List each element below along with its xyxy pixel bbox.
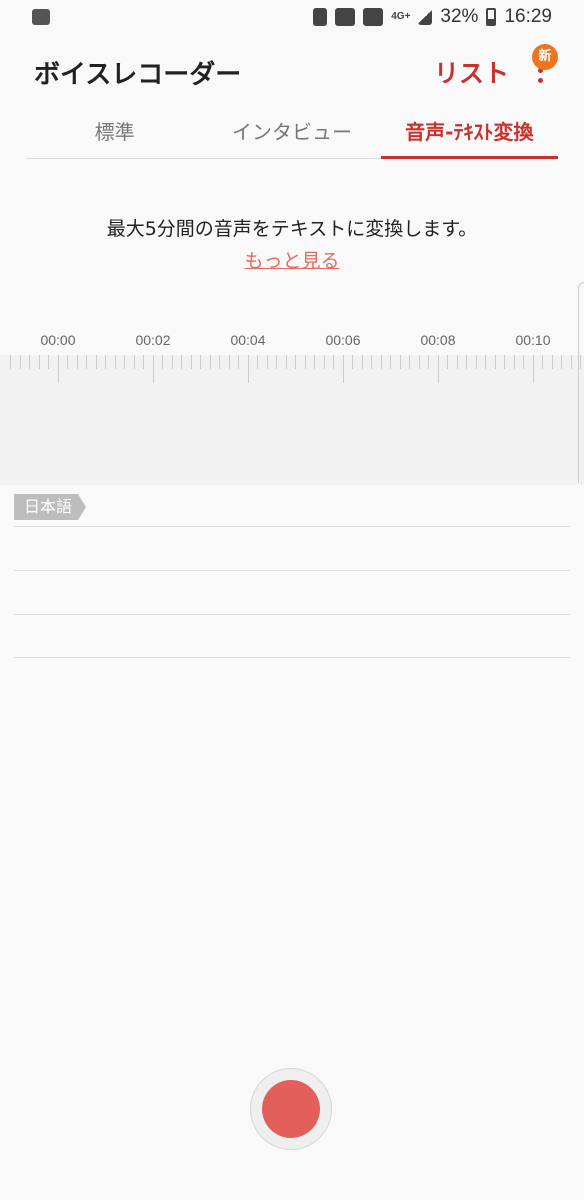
clock: 16:29 bbox=[504, 6, 552, 27]
transcript-line bbox=[14, 526, 570, 527]
list-button[interactable]: リスト bbox=[434, 54, 509, 90]
wifi-icon bbox=[32, 9, 50, 25]
more-options-icon-dot bbox=[538, 78, 543, 83]
timeline-tick bbox=[304, 355, 306, 369]
timeline-tick bbox=[561, 355, 562, 369]
time-label: 00:02 bbox=[135, 332, 171, 348]
timeline-tick bbox=[390, 355, 391, 369]
waveform-area bbox=[0, 355, 584, 485]
timeline-tick bbox=[447, 355, 448, 369]
new-badge: 新 bbox=[532, 44, 558, 70]
more-link: もっと見る bbox=[0, 246, 584, 273]
timeline-tick bbox=[409, 355, 410, 369]
mute-icon bbox=[313, 8, 328, 26]
status-icons: 4G+ 32% 16:29 bbox=[313, 6, 552, 28]
record-icon[interactable] bbox=[262, 1080, 320, 1138]
more-link-text[interactable]: もっと見る bbox=[244, 250, 339, 272]
timeline-tick bbox=[86, 355, 87, 369]
timeline-tick bbox=[209, 355, 211, 369]
timeline-tick bbox=[399, 355, 401, 369]
transcript-line bbox=[14, 570, 570, 571]
timeline-tick bbox=[114, 355, 116, 369]
timeline-tick bbox=[276, 355, 277, 369]
timeline-tick bbox=[162, 355, 163, 369]
timeline-tick bbox=[475, 355, 477, 369]
scroll-handle[interactable] bbox=[578, 282, 584, 483]
alarm-icon bbox=[335, 8, 356, 26]
timeline-tick bbox=[437, 355, 439, 383]
timeline-tick bbox=[238, 355, 239, 369]
timeline-tick bbox=[29, 355, 30, 369]
tab-interview[interactable]: インタビュー bbox=[203, 112, 380, 158]
language-tag: 日本語 bbox=[14, 494, 87, 520]
timeline-tick bbox=[456, 355, 458, 369]
mode-tabs: 標準 インタビュー 音声-ﾃｷｽﾄ変換 bbox=[26, 112, 559, 159]
timeline-tick bbox=[152, 355, 154, 383]
status-bar: 4G+ 32% 16:29 bbox=[0, 0, 584, 36]
timeline-tick bbox=[181, 355, 182, 369]
timeline-tick bbox=[342, 355, 344, 383]
timeline-tick bbox=[485, 355, 486, 369]
tab-standard[interactable]: 標準 bbox=[26, 112, 203, 158]
timeline-tick bbox=[257, 355, 258, 369]
timeline-tick bbox=[532, 355, 534, 383]
timeline-tick bbox=[314, 355, 315, 369]
timeline-tick bbox=[10, 355, 11, 369]
time-label: 00:06 bbox=[325, 332, 361, 348]
timeline-tick bbox=[570, 355, 572, 369]
timeline-tick bbox=[76, 355, 78, 369]
timeline-tick bbox=[542, 355, 543, 369]
volte-icon bbox=[363, 8, 384, 26]
timeline-tick bbox=[504, 355, 505, 369]
timeline-tick bbox=[67, 355, 68, 369]
timeline-tick bbox=[105, 355, 106, 369]
info-text: 最大5分間の音声をテキストに変換します。 bbox=[106, 218, 478, 240]
time-label: 00:10 bbox=[515, 332, 551, 348]
timeline-tick bbox=[380, 355, 382, 369]
timeline-tick bbox=[494, 355, 496, 369]
timeline-tick bbox=[266, 355, 268, 369]
timeline-tick bbox=[418, 355, 420, 369]
timeline-tick bbox=[143, 355, 144, 369]
timeline-tick bbox=[295, 355, 296, 369]
app-bar: ボイスレコーダー リスト bbox=[0, 40, 584, 100]
timeline-tick bbox=[190, 355, 192, 369]
app-title: ボイスレコーダー bbox=[34, 60, 242, 90]
timeline-tick bbox=[19, 355, 21, 369]
timeline-tick bbox=[513, 355, 515, 369]
timeline-tick bbox=[352, 355, 353, 369]
time-label: 00:00 bbox=[40, 332, 76, 348]
timeline-tick bbox=[124, 355, 125, 369]
time-label: 00:08 bbox=[420, 332, 456, 348]
timeline-tick bbox=[371, 355, 372, 369]
transcript-line bbox=[14, 614, 570, 615]
timeline-tick bbox=[228, 355, 230, 369]
timeline-tick bbox=[95, 355, 97, 369]
timeline-tick bbox=[171, 355, 173, 369]
timeline-tick bbox=[57, 355, 59, 383]
timeline-tick bbox=[247, 355, 249, 383]
timeline-tick bbox=[361, 355, 363, 369]
battery-percent: 32% bbox=[440, 6, 479, 27]
timeline-labels: 00:00 00:02 00:04 00:06 00:08 00:10 bbox=[0, 332, 584, 352]
transcript-line bbox=[14, 657, 570, 658]
timeline-tick bbox=[38, 355, 40, 369]
timeline-tick bbox=[551, 355, 553, 369]
timeline-tick bbox=[333, 355, 334, 369]
signal-icon bbox=[418, 9, 433, 25]
timeline-tick bbox=[219, 355, 220, 369]
network-type: 4G+ bbox=[391, 11, 411, 22]
time-label: 00:04 bbox=[230, 332, 266, 348]
timeline-tick bbox=[48, 355, 49, 369]
timeline-tick bbox=[523, 355, 524, 369]
timeline-tick bbox=[285, 355, 287, 369]
timeline-tick bbox=[323, 355, 325, 369]
tab-speech-to-text[interactable]: 音声-ﾃｷｽﾄ変換 bbox=[380, 112, 559, 159]
timeline-tick bbox=[466, 355, 467, 369]
timeline-tick bbox=[200, 355, 201, 369]
timeline-tick bbox=[428, 355, 429, 369]
timeline-tick bbox=[133, 355, 135, 369]
battery-icon bbox=[486, 8, 497, 26]
